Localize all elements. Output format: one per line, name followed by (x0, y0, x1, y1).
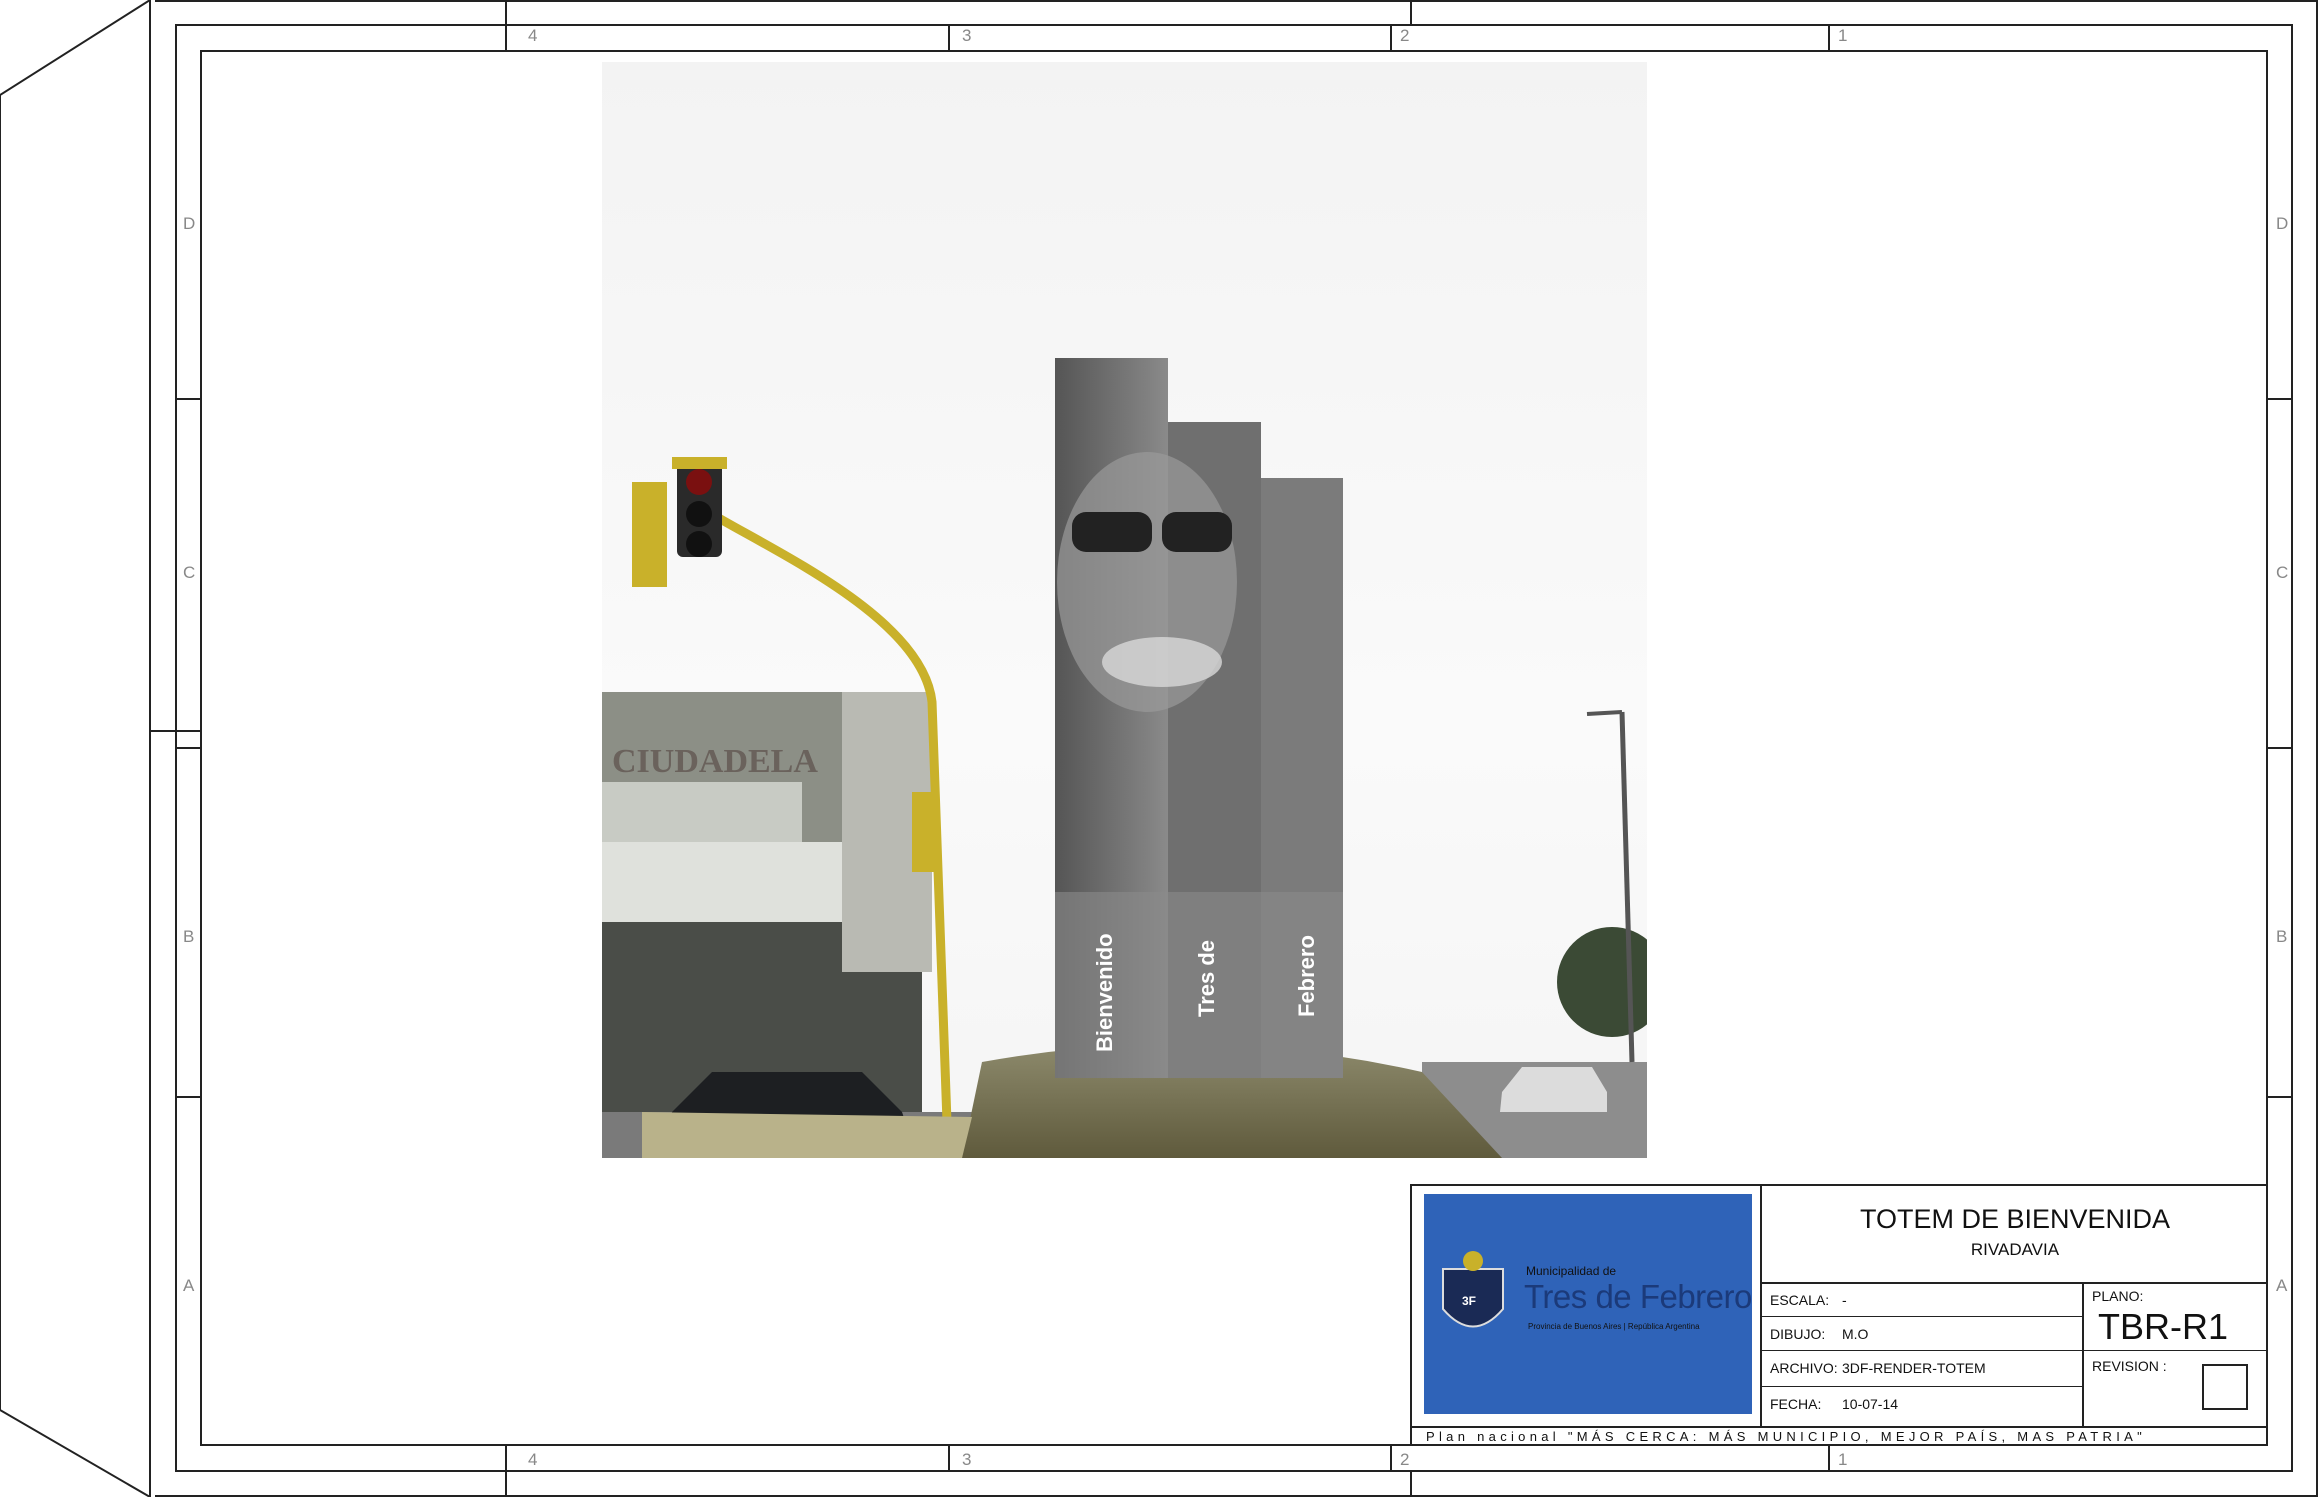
drawing-subtitle: RIVADAVIA (1970, 1240, 2060, 1259)
archivo-label: ARCHIVO: (1770, 1360, 1838, 1376)
row-label-a-right: A (2276, 1276, 2288, 1295)
archivo-value: 3DF-RENDER-TOTEM (1842, 1360, 1986, 1376)
totem-word-febrero: Febrero (1294, 935, 1319, 1017)
dibujo-value: M.O (1842, 1326, 1869, 1342)
row-label-b-right: B (2276, 927, 2288, 946)
row-label-d-left: D (183, 214, 196, 233)
sheet-side-panel (0, 0, 151, 1497)
fecha-label: FECHA: (1770, 1396, 1822, 1412)
totem-word-tres-de: Tres de (1194, 940, 1219, 1017)
dibujo-label: DIBUJO: (1770, 1326, 1826, 1342)
col-label-4-top: 4 (528, 26, 538, 45)
col-label-1-top: 1 (1838, 26, 1848, 45)
footer-motto: Plan nacional "MÁS CERCA: MÁS MUNICIPIO,… (1426, 1429, 2147, 1444)
revision-label: REVISION : (2092, 1358, 2167, 1374)
shield-text: 3F (1462, 1294, 1477, 1308)
municipal-logo: 3F Municipalidad de Tres de Febrero Prov… (1424, 1194, 1752, 1414)
building-sign: CIUDADELA (612, 743, 818, 780)
escala-value: - (1842, 1292, 1847, 1308)
row-label-d-right: D (2276, 214, 2289, 233)
revision-box (2202, 1364, 2248, 1410)
fecha-value: 10-07-14 (1842, 1396, 1899, 1412)
logo-line1: Municipalidad de (1526, 1264, 1617, 1278)
row-label-c-left: C (183, 563, 196, 582)
plano-label: PLANO: (2092, 1288, 2144, 1304)
plano-value: TBR-R1 (2098, 1306, 2229, 1347)
row-label-a-left: A (183, 1276, 195, 1295)
col-label-3-bottom: 3 (962, 1450, 972, 1469)
col-label-2-bottom: 2 (1400, 1450, 1410, 1469)
totem-render-image: CIUDADELA Bienvenido Tres de Febrero (602, 62, 1647, 1158)
render-scene: CIUDADELA Bienvenido Tres de Febrero (602, 358, 1647, 1158)
logo-line3: Provincia de Buenos Aires | República Ar… (1528, 1322, 1700, 1331)
col-label-1-bottom: 1 (1838, 1450, 1848, 1469)
title-block: 3F Municipalidad de Tres de Febrero Prov… (1410, 1184, 2268, 1446)
row-label-c-right: C (2276, 563, 2289, 582)
col-label-3-top: 3 (962, 26, 972, 45)
col-label-4-bottom: 4 (528, 1450, 538, 1469)
drawing-title: TOTEM DE BIENVENIDA (1859, 1204, 2171, 1234)
logo-line2: Tres de Febrero (1524, 1278, 1752, 1315)
row-label-b-left: B (183, 927, 195, 946)
escala-label: ESCALA: (1770, 1292, 1830, 1308)
col-label-2-top: 2 (1400, 26, 1410, 45)
totem-word-bienvenido: Bienvenido (1092, 933, 1117, 1052)
